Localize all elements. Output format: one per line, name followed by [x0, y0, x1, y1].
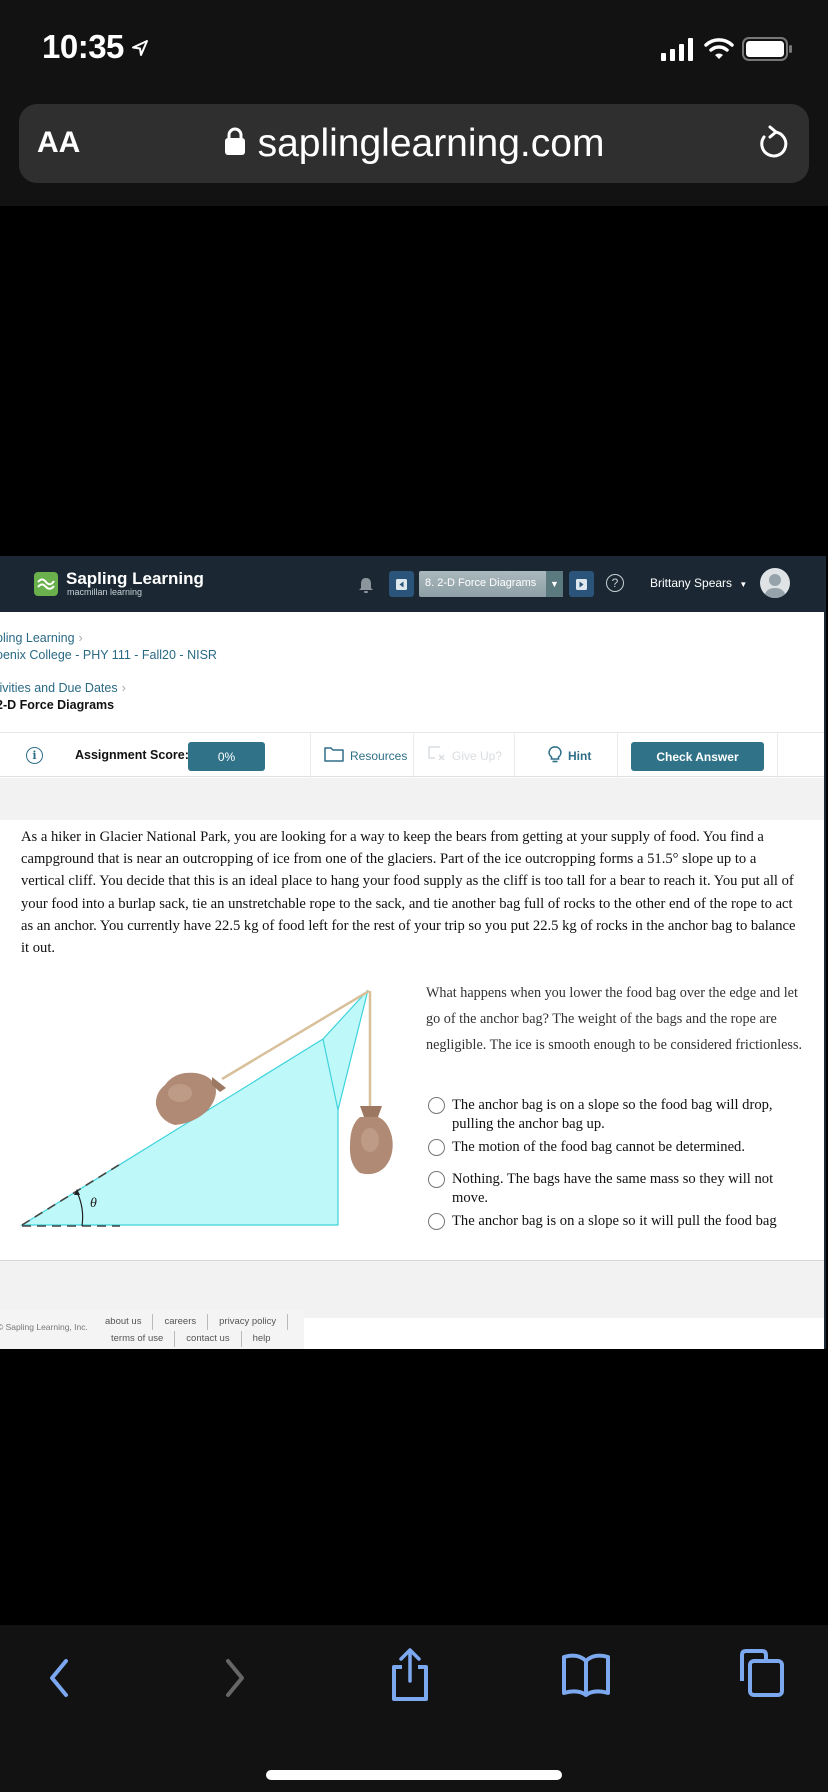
footer: © Sapling Learning, Inc. about us career… — [0, 1310, 304, 1349]
assignment-score-label: Assignment Score: — [75, 748, 189, 762]
web-page: Sapling Learning macmillan learning 8. 2… — [0, 556, 826, 1349]
radio-button[interactable] — [428, 1213, 445, 1230]
lightbulb-icon — [548, 746, 562, 766]
answer-options: The anchor bag is on a slope so the food… — [428, 1096, 808, 1231]
footer-links-row: about us careers privacy policy — [94, 1314, 289, 1330]
battery-icon — [742, 36, 794, 67]
divider — [617, 733, 618, 778]
chevron-down-icon[interactable]: ▼ — [546, 571, 563, 597]
lock-icon — [224, 122, 246, 166]
question-prompt: As a hiker in Glacier National Park, you… — [21, 829, 796, 957]
footer-link-terms[interactable]: terms of use — [100, 1331, 176, 1347]
sapling-logo[interactable]: Sapling Learning macmillan learning — [34, 570, 204, 597]
check-answer-button[interactable]: Check Answer — [631, 742, 764, 771]
radio-button[interactable] — [428, 1171, 445, 1188]
copyright: © Sapling Learning, Inc. — [0, 1322, 88, 1332]
notifications-bell-icon[interactable] — [358, 577, 374, 599]
angle-label: θ — [90, 1196, 97, 1211]
food-bag — [349, 1106, 393, 1175]
url-text: saplinglearning.com — [257, 122, 605, 165]
breadcrumb-link-course[interactable]: oenix College - PHY 111 - Fall20 - NISR — [0, 648, 217, 662]
folder-icon — [324, 746, 344, 765]
resources-button[interactable]: Resources — [324, 746, 407, 765]
footer-link-contact[interactable]: contact us — [175, 1331, 242, 1347]
clock: 10:35 — [42, 28, 124, 65]
next-assignment-button[interactable] — [569, 571, 594, 597]
chevron-right-icon: › — [121, 681, 126, 695]
divider — [777, 733, 778, 778]
status-time: 10:35 — [42, 28, 150, 66]
next-arrow-icon — [576, 578, 587, 590]
footer-link-about[interactable]: about us — [94, 1314, 154, 1330]
reload-icon[interactable] — [755, 124, 789, 169]
radio-button[interactable] — [428, 1139, 445, 1156]
back-icon[interactable] — [44, 1655, 74, 1706]
sub-question: What happens when you lower the food bag… — [426, 985, 803, 1053]
previous-arrow-icon — [396, 578, 407, 590]
user-menu[interactable]: Brittany Spears ▼ — [650, 576, 747, 590]
browser-top-chrome: 10:35 AA saplinglearning.com — [0, 0, 828, 206]
url-bar[interactable]: AA saplinglearning.com — [19, 104, 809, 183]
breadcrumb-link-activities[interactable]: tivities and Due Dates — [0, 681, 118, 695]
brand-title: Sapling Learning — [66, 569, 204, 588]
answer-option[interactable]: Nothing. The bags have the same mass so … — [428, 1170, 808, 1208]
divider — [310, 733, 311, 778]
top-navbar: Sapling Learning macmillan learning 8. 2… — [0, 556, 824, 612]
url-display[interactable]: saplinglearning.com — [19, 122, 809, 166]
info-icon[interactable]: i — [26, 747, 43, 764]
footer-link-privacy[interactable]: privacy policy — [208, 1314, 289, 1330]
breadcrumb-course-path: pling Learning › — [0, 630, 217, 647]
browser-bottom-toolbar — [0, 1625, 828, 1792]
radio-button[interactable] — [428, 1097, 445, 1114]
location-arrow-icon — [130, 28, 150, 66]
separator-band — [0, 778, 824, 820]
give-up-icon — [428, 746, 446, 765]
share-icon[interactable] — [388, 1647, 432, 1708]
breadcrumb-link-sapling[interactable]: pling Learning — [0, 631, 75, 645]
chevron-right-icon: › — [78, 631, 83, 645]
forward-icon[interactable] — [220, 1655, 250, 1706]
bookmarks-icon[interactable] — [560, 1649, 612, 1702]
answer-option[interactable]: The anchor bag is on a slope so it will … — [428, 1212, 808, 1231]
help-icon[interactable]: ? — [606, 574, 624, 592]
problem-figure: θ — [19, 989, 393, 1227]
caret-down-icon: ▼ — [739, 580, 748, 589]
assignment-select[interactable]: 8. 2-D Force Diagrams — [419, 571, 563, 597]
question-panel: As a hiker in Glacier National Park, you… — [0, 820, 824, 1260]
footer-links-row: terms of use contact us help — [100, 1331, 282, 1347]
footer-link-careers[interactable]: careers — [153, 1314, 209, 1330]
breadcrumb: pling Learning › oenix College - PHY 111 … — [0, 630, 217, 714]
hint-button[interactable]: Hint — [548, 746, 591, 766]
wifi-icon — [704, 37, 734, 66]
avatar[interactable] — [760, 568, 790, 598]
footer-link-help[interactable]: help — [242, 1331, 282, 1347]
answer-option[interactable]: The motion of the food bag cannot be det… — [428, 1138, 808, 1157]
page-edge — [824, 556, 826, 1349]
give-up-button[interactable]: Give Up? — [428, 746, 502, 765]
blank-area — [0, 206, 828, 556]
assignment-toolbar: i Assignment Score: 0% Resources Give Up… — [0, 732, 824, 778]
status-icons — [660, 36, 794, 67]
breadcrumb-current-assignment: 2-D Force Diagrams — [0, 698, 115, 712]
logo-mark-icon — [34, 571, 58, 596]
assignment-score-value: 0% — [188, 742, 265, 771]
cellular-signal-icon — [660, 37, 696, 66]
previous-assignment-button[interactable] — [389, 571, 414, 597]
tabs-icon[interactable] — [736, 1647, 788, 1704]
answer-option[interactable]: The anchor bag is on a slope so the food… — [428, 1096, 808, 1134]
divider — [413, 733, 414, 778]
brand-subtitle: macmillan learning — [67, 587, 143, 597]
home-indicator[interactable] — [266, 1770, 562, 1780]
divider — [514, 733, 515, 778]
blank-area — [0, 1349, 828, 1625]
